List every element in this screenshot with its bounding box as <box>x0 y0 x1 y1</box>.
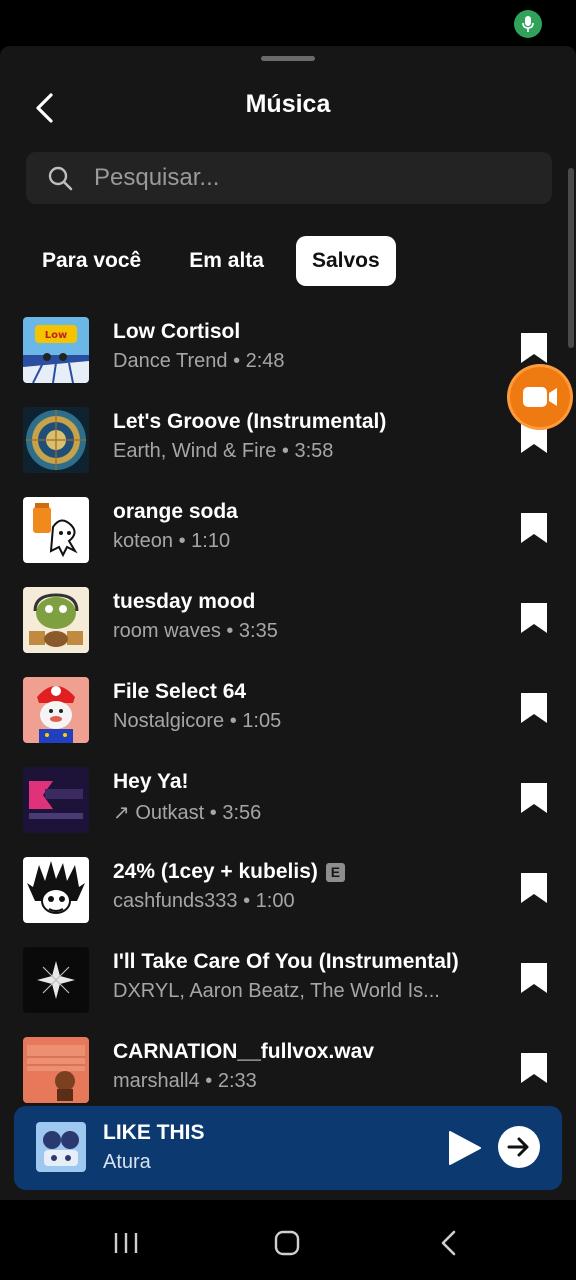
song-title: Low Cortisol <box>113 320 241 343</box>
list-item[interactable]: Let's Groove (Instrumental) Earth, Wind … <box>0 404 576 494</box>
list-item[interactable]: File Select 64 Nostalgicore • 1:05 <box>0 674 576 764</box>
bookmark-icon[interactable] <box>519 872 549 904</box>
search-icon <box>46 164 74 192</box>
song-title: File Select 64 <box>113 680 247 703</box>
album-art <box>23 677 89 743</box>
player-song-title: LIKE THIS <box>103 1121 205 1144</box>
song-title: 24% (1cey + kubelis) E <box>113 860 503 884</box>
song-meta: Dance Trend • 2:48 <box>113 350 285 372</box>
home-button[interactable] <box>267 1226 307 1260</box>
list-item[interactable]: Hey Ya! ↗ Outkast • 3:56 <box>0 764 576 854</box>
song-meta: koteon • 1:10 <box>113 530 231 552</box>
nav-back-button[interactable] <box>429 1226 469 1260</box>
system-nav-bar <box>0 1200 576 1280</box>
bookmark-icon[interactable] <box>519 1052 549 1084</box>
bookmark-icon[interactable] <box>519 962 549 994</box>
list-item[interactable]: I'll Take Care Of You (Instrumental) DXR… <box>0 944 576 1034</box>
list-item[interactable]: orange soda koteon • 1:10 <box>0 494 576 584</box>
home-icon <box>274 1230 300 1256</box>
recents-button[interactable] <box>106 1226 146 1260</box>
song-title: CARNATION__fullvox.wav <box>113 1040 374 1063</box>
album-art <box>23 407 89 473</box>
album-art <box>23 767 89 833</box>
bookmark-icon[interactable] <box>519 692 549 724</box>
bookmark-icon[interactable] <box>519 602 549 634</box>
microphone-indicator-icon <box>514 10 542 38</box>
song-meta: DXRYL, Aaron Beatz, The World Is... <box>113 980 440 1002</box>
song-meta: marshall4 • 2:33 <box>113 1070 257 1092</box>
bookmark-icon[interactable] <box>519 422 549 454</box>
drag-handle[interactable] <box>261 56 315 61</box>
album-art <box>23 587 89 653</box>
explicit-badge: E <box>325 862 345 882</box>
recents-icon <box>114 1233 138 1253</box>
svg-text:Low: Low <box>45 330 67 341</box>
album-art <box>23 857 89 923</box>
song-meta: Nostalgicore • 1:05 <box>113 710 282 732</box>
album-art <box>23 1037 89 1103</box>
album-art: Low <box>23 317 89 383</box>
tab-salvos[interactable]: Salvos <box>295 236 396 286</box>
search-input[interactable] <box>94 164 534 192</box>
bookmark-icon[interactable] <box>519 782 549 814</box>
song-title: orange soda <box>113 500 238 523</box>
album-art <box>23 947 89 1013</box>
tab-para-voce[interactable]: Para você <box>26 236 157 286</box>
back-icon <box>441 1230 456 1256</box>
bookmark-icon[interactable] <box>519 332 549 364</box>
play-icon[interactable] <box>444 1128 484 1168</box>
status-bar <box>0 0 576 46</box>
song-meta: ↗ Outkast • 3:56 <box>113 802 262 824</box>
music-sheet: Música Para você Em alta Salvos Low Low … <box>0 46 576 1200</box>
song-title: I'll Take Care Of You (Instrumental) <box>113 950 459 973</box>
mini-player[interactable]: LIKE THIS Atura <box>14 1106 562 1190</box>
song-meta: cashfunds333 • 1:00 <box>113 890 295 912</box>
album-art <box>23 497 89 563</box>
bookmark-icon[interactable] <box>519 512 549 544</box>
list-item[interactable]: tuesday mood room waves • 3:35 <box>0 584 576 674</box>
song-list: Low Low Cortisol Dance Trend • 2:48 Let'… <box>0 314 576 1124</box>
search-bar[interactable] <box>26 152 552 204</box>
screen-record-button[interactable] <box>510 367 570 427</box>
song-title: tuesday mood <box>113 590 256 613</box>
header: Música <box>0 82 576 130</box>
list-item[interactable]: 24% (1cey + kubelis) E cashfunds333 • 1:… <box>0 854 576 944</box>
tab-bar: Para você Em alta Salvos <box>26 236 396 286</box>
video-camera-icon <box>523 387 557 407</box>
player-artist: Atura <box>103 1151 151 1173</box>
open-song-button[interactable] <box>498 1126 540 1168</box>
page-title: Música <box>245 90 331 118</box>
arrow-right-icon <box>507 1137 529 1157</box>
song-title: Hey Ya! <box>113 770 189 793</box>
song-meta: room waves • 3:35 <box>113 620 278 642</box>
song-title: Let's Groove (Instrumental) <box>113 410 387 433</box>
song-meta: Earth, Wind & Fire • 3:58 <box>113 440 334 462</box>
tab-em-alta[interactable]: Em alta <box>173 236 280 286</box>
list-item[interactable]: Low Low Cortisol Dance Trend • 2:48 <box>0 314 576 404</box>
player-album-art <box>36 1122 86 1172</box>
song-title-text: 24% (1cey + kubelis) <box>113 860 318 883</box>
